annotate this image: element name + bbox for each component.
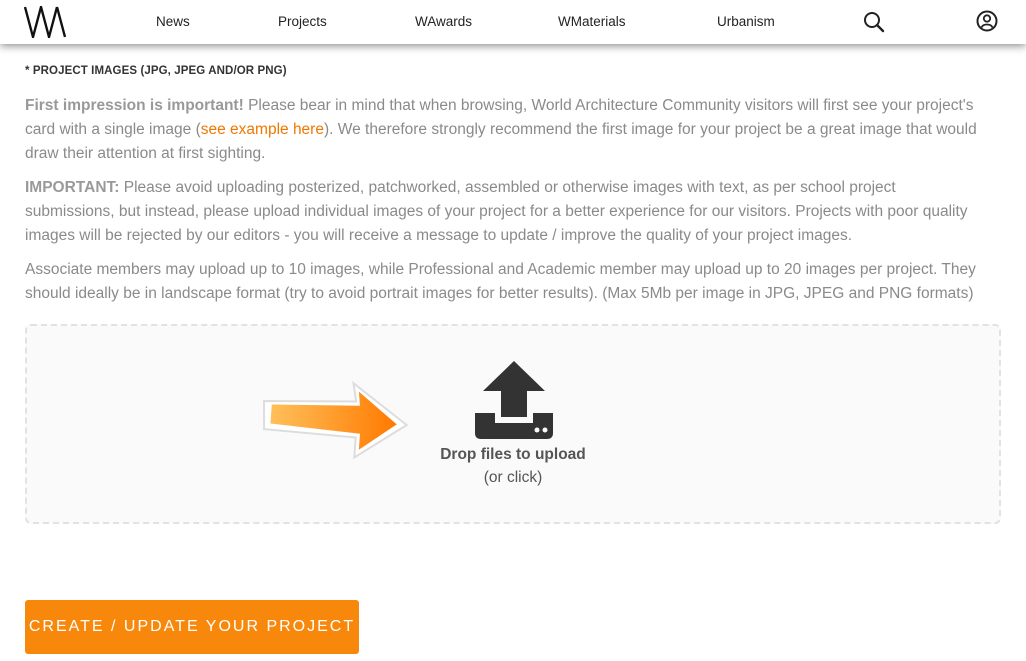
important-paragraph: IMPORTANT: Please avoid uploading poster… [25, 176, 985, 248]
first-impression-lead: First impression is important! [25, 97, 244, 114]
section-label: * PROJECT IMAGES (JPG, JPEG AND/OR PNG) [25, 65, 287, 77]
search-icon[interactable] [863, 11, 885, 33]
dropzone-subtitle: (or click) [483, 469, 543, 486]
see-example-link[interactable]: see example here [201, 121, 324, 138]
image-dropzone[interactable]: Drop files to upload (or click) [25, 324, 1001, 524]
user-circle-icon[interactable] [976, 10, 998, 32]
create-update-project-button[interactable]: CREATE / UPDATE YOUR PROJECT [25, 600, 359, 654]
nav-news[interactable]: News [156, 0, 190, 44]
nav-urbanism[interactable]: Urbanism [717, 0, 775, 44]
wa-logo-icon[interactable] [24, 6, 66, 38]
dropzone-title: Drop files to upload [440, 446, 586, 463]
important-lead: IMPORTANT: [25, 179, 120, 196]
top-navbar: News Projects WAwards WMaterials Urbanis… [0, 0, 1026, 44]
nav-projects[interactable]: Projects [278, 0, 327, 44]
important-text: Please avoid uploading posterized, patch… [25, 179, 968, 244]
first-impression-paragraph: First impression is important! Please be… [25, 94, 985, 166]
upload-icon [475, 361, 553, 439]
image-limits-paragraph: Associate members may upload up to 10 im… [25, 261, 976, 302]
nav-wawards[interactable]: WAwards [415, 0, 472, 44]
nav-wmaterials[interactable]: WMaterials [558, 0, 626, 44]
